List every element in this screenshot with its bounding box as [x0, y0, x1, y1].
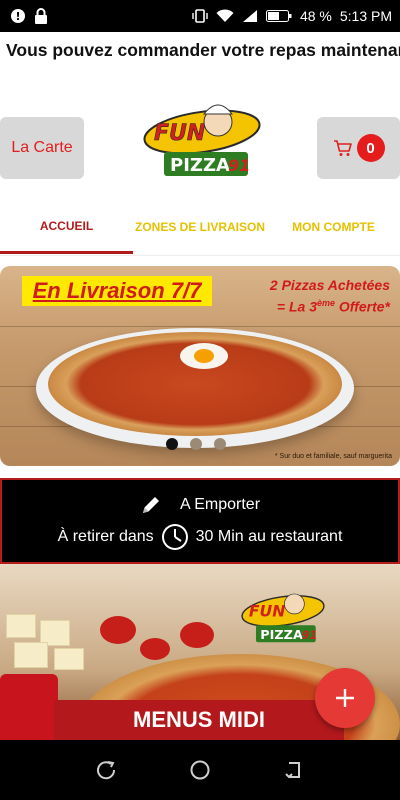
tomato: [100, 616, 136, 644]
page-title: Vous pouvez commander votre repas mainte…: [6, 40, 400, 60]
svg-text:!: !: [15, 10, 20, 23]
banner-promo: 2 Pizzas Achetées = La 3ème Offerte*: [220, 276, 390, 316]
cart-icon: [333, 140, 352, 156]
recent-apps-icon[interactable]: [95, 759, 117, 781]
pickup-time-row: À retirer dans 30 Min au restaurant: [2, 522, 398, 552]
menu-logo-fun-text: FUN: [249, 602, 285, 621]
menus-midi-label: MENUS MIDI: [54, 700, 344, 740]
carousel-dot-1[interactable]: [166, 438, 178, 450]
home-icon[interactable]: [188, 758, 212, 782]
wood-plank-line: [0, 326, 400, 327]
system-nav-bar: [0, 740, 400, 800]
lock-icon: [35, 8, 47, 24]
cheese-cube: [54, 648, 84, 670]
cart-count-badge: 0: [356, 134, 385, 162]
pizza-egg-yolk: [194, 349, 214, 363]
plus-icon: [336, 689, 354, 707]
signal-icon: [242, 10, 257, 22]
la-carte-label: La Carte: [11, 139, 73, 156]
clock: 5:13 PM: [339, 8, 392, 24]
pickup-mode-label: A Emporter: [179, 496, 261, 513]
logo-pizza-text: PIZZA: [170, 155, 230, 176]
carousel-dot-2[interactable]: [190, 438, 202, 450]
soda-can: [0, 674, 58, 740]
cart-button[interactable]: 0: [317, 117, 400, 179]
pickup-mode-row: A Emporter: [2, 494, 398, 516]
battery-icon: [265, 10, 292, 22]
tab-zones-de-livraison[interactable]: ZONES DE LIVRAISON: [133, 200, 267, 254]
fun-pizza-logo-small: FUN PIZZA 91: [241, 593, 325, 643]
wifi-icon: [216, 9, 234, 22]
pickup-mode-box[interactable]: A Emporter À retirer dans 30 Min au rest…: [0, 478, 400, 564]
carousel-dot-3[interactable]: [214, 438, 226, 450]
la-carte-button[interactable]: La Carte: [0, 117, 84, 179]
fun-pizza-logo: FUN PIZZA 91: [143, 104, 261, 176]
menu-card-logo: FUN PIZZA 91: [238, 584, 328, 648]
add-fab-button[interactable]: [315, 668, 375, 728]
pickup-suffix: 30 Min au restaurant: [195, 528, 343, 545]
logo-number-text: 91: [228, 156, 250, 175]
logo-fun-text: FUN: [154, 121, 205, 146]
pencil-icon: [142, 497, 159, 513]
promo-line-2: = La 3ème Offerte*: [220, 294, 390, 316]
promo-line-2-suffix: Offerte*: [335, 298, 390, 315]
promo-banner-carousel[interactable]: En Livraison 7/7 2 Pizzas Achetées = La …: [0, 266, 400, 466]
status-right: 48 % 5:13 PM: [192, 8, 392, 24]
app-logo: FUN PIZZA 91: [140, 94, 264, 184]
battery-percent: 48 %: [299, 8, 332, 24]
tab-bar: ACCUEIL ZONES DE LIVRAISON MON COMPTE: [0, 200, 400, 256]
banner-disclaimer: * Sur duo et familiale, sauf marguerita: [274, 453, 392, 460]
status-left: !: [10, 8, 48, 24]
cheese-cube: [14, 642, 48, 668]
menu-logo-pizza-text: PIZZA: [260, 628, 303, 643]
clock-icon: [161, 524, 188, 550]
vibrate-icon: [192, 9, 208, 23]
tab-accueil[interactable]: ACCUEIL: [0, 200, 133, 254]
promo-line-2-prefix: = La 3: [276, 298, 317, 315]
pickup-prefix: À retirer dans: [57, 528, 154, 545]
notification-icon: !: [11, 9, 25, 23]
banner-title: En Livraison 7/7: [22, 276, 212, 306]
promo-line-1: 2 Pizzas Achetées: [269, 277, 390, 293]
tomato: [180, 622, 214, 648]
carousel-indicators: [166, 438, 226, 450]
menu-logo-number-text: 91: [301, 628, 317, 642]
back-icon[interactable]: [283, 759, 305, 781]
promo-line-2-sup: ème: [317, 298, 336, 308]
cheese-cube: [6, 614, 36, 638]
tab-mon-compte[interactable]: MON COMPTE: [267, 200, 400, 254]
tomato: [140, 638, 170, 660]
status-bar: ! 48 % 5:13 PM: [0, 0, 400, 32]
